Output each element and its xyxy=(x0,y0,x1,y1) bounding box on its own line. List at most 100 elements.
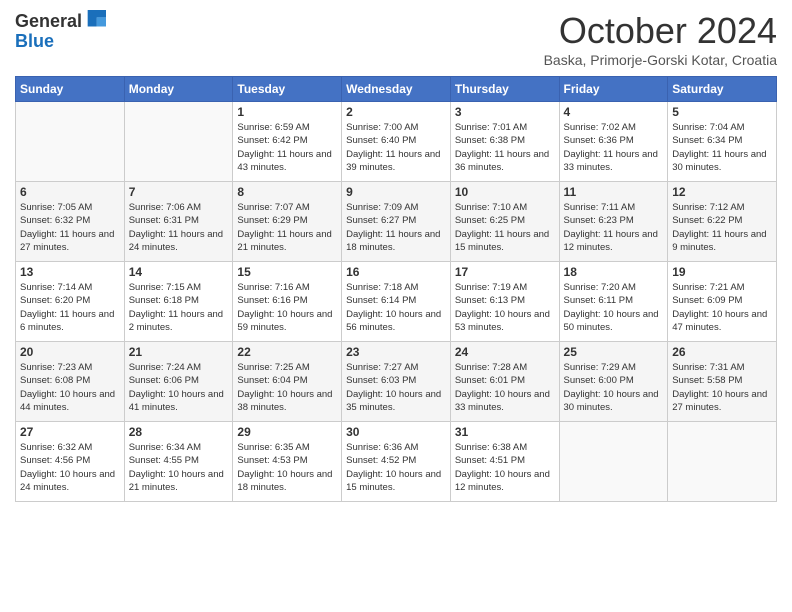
day-info: Sunrise: 7:09 AMSunset: 6:27 PMDaylight:… xyxy=(346,201,446,254)
header-saturday: Saturday xyxy=(668,77,777,102)
day-info: Sunrise: 6:34 AMSunset: 4:55 PMDaylight:… xyxy=(129,441,229,494)
day-number: 26 xyxy=(672,345,772,359)
day-number: 3 xyxy=(455,105,555,119)
day-info: Sunrise: 6:36 AMSunset: 4:52 PMDaylight:… xyxy=(346,441,446,494)
day-info: Sunrise: 7:10 AMSunset: 6:25 PMDaylight:… xyxy=(455,201,555,254)
day-number: 28 xyxy=(129,425,229,439)
day-info: Sunrise: 7:11 AMSunset: 6:23 PMDaylight:… xyxy=(564,201,664,254)
calendar-cell: 2 Sunrise: 7:00 AMSunset: 6:40 PMDaylight… xyxy=(342,102,451,182)
day-info: Sunrise: 7:19 AMSunset: 6:13 PMDaylight:… xyxy=(455,281,555,334)
calendar-cell: 26 Sunrise: 7:31 AMSunset: 5:58 PMDayligh… xyxy=(668,342,777,422)
calendar-cell xyxy=(16,102,125,182)
calendar-cell: 12 Sunrise: 7:12 AMSunset: 6:22 PMDayligh… xyxy=(668,182,777,262)
day-info: Sunrise: 7:27 AMSunset: 6:03 PMDaylight:… xyxy=(346,361,446,414)
header-tuesday: Tuesday xyxy=(233,77,342,102)
calendar-cell: 5 Sunrise: 7:04 AMSunset: 6:34 PMDaylight… xyxy=(668,102,777,182)
day-number: 9 xyxy=(346,185,446,199)
logo-general: General xyxy=(15,12,82,30)
day-info: Sunrise: 7:06 AMSunset: 6:31 PMDaylight:… xyxy=(129,201,229,254)
calendar-header-row: SundayMondayTuesdayWednesdayThursdayFrid… xyxy=(16,77,777,102)
day-info: Sunrise: 7:25 AMSunset: 6:04 PMDaylight:… xyxy=(237,361,337,414)
calendar-cell: 6Sunrise: 7:05 AMSunset: 6:32 PMDaylight… xyxy=(16,182,125,262)
calendar-cell: 22 Sunrise: 7:25 AMSunset: 6:04 PMDayligh… xyxy=(233,342,342,422)
day-info: Sunrise: 7:00 AMSunset: 6:40 PMDaylight:… xyxy=(346,121,446,174)
week-row-2: 6Sunrise: 7:05 AMSunset: 6:32 PMDaylight… xyxy=(16,182,777,262)
calendar-cell: 16 Sunrise: 7:18 AMSunset: 6:14 PMDayligh… xyxy=(342,262,451,342)
day-number: 1 xyxy=(237,105,337,119)
calendar-cell: 10 Sunrise: 7:10 AMSunset: 6:25 PMDayligh… xyxy=(450,182,559,262)
day-info: Sunrise: 7:31 AMSunset: 5:58 PMDaylight:… xyxy=(672,361,772,414)
day-number: 8 xyxy=(237,185,337,199)
day-number: 2 xyxy=(346,105,446,119)
page-header: General Blue October 2024 Baska, Primorj… xyxy=(15,10,777,68)
header-wednesday: Wednesday xyxy=(342,77,451,102)
day-info: Sunrise: 7:05 AMSunset: 6:32 PMDaylight:… xyxy=(20,201,120,254)
calendar-cell: 25 Sunrise: 7:29 AMSunset: 6:00 PMDayligh… xyxy=(559,342,668,422)
header-thursday: Thursday xyxy=(450,77,559,102)
day-info: Sunrise: 7:29 AMSunset: 6:00 PMDaylight:… xyxy=(564,361,664,414)
day-info: Sunrise: 7:04 AMSunset: 6:34 PMDaylight:… xyxy=(672,121,772,174)
day-number: 31 xyxy=(455,425,555,439)
calendar-cell: 17 Sunrise: 7:19 AMSunset: 6:13 PMDayligh… xyxy=(450,262,559,342)
day-number: 5 xyxy=(672,105,772,119)
calendar-cell: 20 Sunrise: 7:23 AMSunset: 6:08 PMDayligh… xyxy=(16,342,125,422)
day-number: 27 xyxy=(20,425,120,439)
calendar-cell: 21Sunrise: 7:24 AMSunset: 6:06 PMDayligh… xyxy=(124,342,233,422)
calendar-cell: 18 Sunrise: 7:20 AMSunset: 6:11 PMDayligh… xyxy=(559,262,668,342)
day-number: 15 xyxy=(237,265,337,279)
month-year-title: October 2024 xyxy=(544,10,777,52)
calendar-cell: 7 Sunrise: 7:06 AMSunset: 6:31 PMDaylight… xyxy=(124,182,233,262)
day-info: Sunrise: 7:15 AMSunset: 6:18 PMDaylight:… xyxy=(129,281,229,334)
day-number: 29 xyxy=(237,425,337,439)
day-number: 22 xyxy=(237,345,337,359)
day-number: 12 xyxy=(672,185,772,199)
calendar-cell xyxy=(124,102,233,182)
day-number: 20 xyxy=(20,345,120,359)
week-row-3: 13Sunrise: 7:14 AMSunset: 6:20 PMDayligh… xyxy=(16,262,777,342)
calendar-cell: 3Sunrise: 7:01 AMSunset: 6:38 PMDaylight… xyxy=(450,102,559,182)
day-number: 4 xyxy=(564,105,664,119)
day-number: 19 xyxy=(672,265,772,279)
day-number: 14 xyxy=(129,265,229,279)
logo: General Blue xyxy=(15,10,106,52)
day-number: 18 xyxy=(564,265,664,279)
header-monday: Monday xyxy=(124,77,233,102)
calendar-cell: 13Sunrise: 7:14 AMSunset: 6:20 PMDayligh… xyxy=(16,262,125,342)
day-info: Sunrise: 7:12 AMSunset: 6:22 PMDaylight:… xyxy=(672,201,772,254)
day-info: Sunrise: 6:38 AMSunset: 4:51 PMDaylight:… xyxy=(455,441,555,494)
calendar-cell: 11Sunrise: 7:11 AMSunset: 6:23 PMDayligh… xyxy=(559,182,668,262)
calendar-cell: 30 Sunrise: 6:36 AMSunset: 4:52 PMDayligh… xyxy=(342,422,451,502)
calendar-cell: 24Sunrise: 7:28 AMSunset: 6:01 PMDayligh… xyxy=(450,342,559,422)
day-number: 25 xyxy=(564,345,664,359)
calendar-table: SundayMondayTuesdayWednesdayThursdayFrid… xyxy=(15,76,777,502)
day-number: 13 xyxy=(20,265,120,279)
calendar-cell: 4 Sunrise: 7:02 AMSunset: 6:36 PMDaylight… xyxy=(559,102,668,182)
day-number: 7 xyxy=(129,185,229,199)
day-info: Sunrise: 7:23 AMSunset: 6:08 PMDaylight:… xyxy=(20,361,120,414)
calendar-cell: 23Sunrise: 7:27 AMSunset: 6:03 PMDayligh… xyxy=(342,342,451,422)
day-info: Sunrise: 7:20 AMSunset: 6:11 PMDaylight:… xyxy=(564,281,664,334)
calendar-cell xyxy=(559,422,668,502)
day-number: 30 xyxy=(346,425,446,439)
day-info: Sunrise: 7:21 AMSunset: 6:09 PMDaylight:… xyxy=(672,281,772,334)
calendar-cell: 14 Sunrise: 7:15 AMSunset: 6:18 PMDayligh… xyxy=(124,262,233,342)
location-subtitle: Baska, Primorje-Gorski Kotar, Croatia xyxy=(544,52,777,68)
day-info: Sunrise: 7:24 AMSunset: 6:06 PMDaylight:… xyxy=(129,361,229,414)
logo-blue: Blue xyxy=(15,31,54,51)
day-info: Sunrise: 6:59 AMSunset: 6:42 PMDaylight:… xyxy=(237,121,337,174)
day-number: 10 xyxy=(455,185,555,199)
calendar-cell: 31 Sunrise: 6:38 AMSunset: 4:51 PMDayligh… xyxy=(450,422,559,502)
day-info: Sunrise: 7:28 AMSunset: 6:01 PMDaylight:… xyxy=(455,361,555,414)
calendar-cell: 1 Sunrise: 6:59 AMSunset: 6:42 PMDaylight… xyxy=(233,102,342,182)
day-info: Sunrise: 7:18 AMSunset: 6:14 PMDaylight:… xyxy=(346,281,446,334)
day-number: 17 xyxy=(455,265,555,279)
week-row-4: 20 Sunrise: 7:23 AMSunset: 6:08 PMDayligh… xyxy=(16,342,777,422)
calendar-cell xyxy=(668,422,777,502)
calendar-cell: 9 Sunrise: 7:09 AMSunset: 6:27 PMDaylight… xyxy=(342,182,451,262)
day-number: 16 xyxy=(346,265,446,279)
day-info: Sunrise: 7:02 AMSunset: 6:36 PMDaylight:… xyxy=(564,121,664,174)
week-row-5: 27Sunrise: 6:32 AMSunset: 4:56 PMDayligh… xyxy=(16,422,777,502)
calendar-cell: 29 Sunrise: 6:35 AMSunset: 4:53 PMDayligh… xyxy=(233,422,342,502)
day-info: Sunrise: 6:35 AMSunset: 4:53 PMDaylight:… xyxy=(237,441,337,494)
calendar-cell: 19 Sunrise: 7:21 AMSunset: 6:09 PMDayligh… xyxy=(668,262,777,342)
